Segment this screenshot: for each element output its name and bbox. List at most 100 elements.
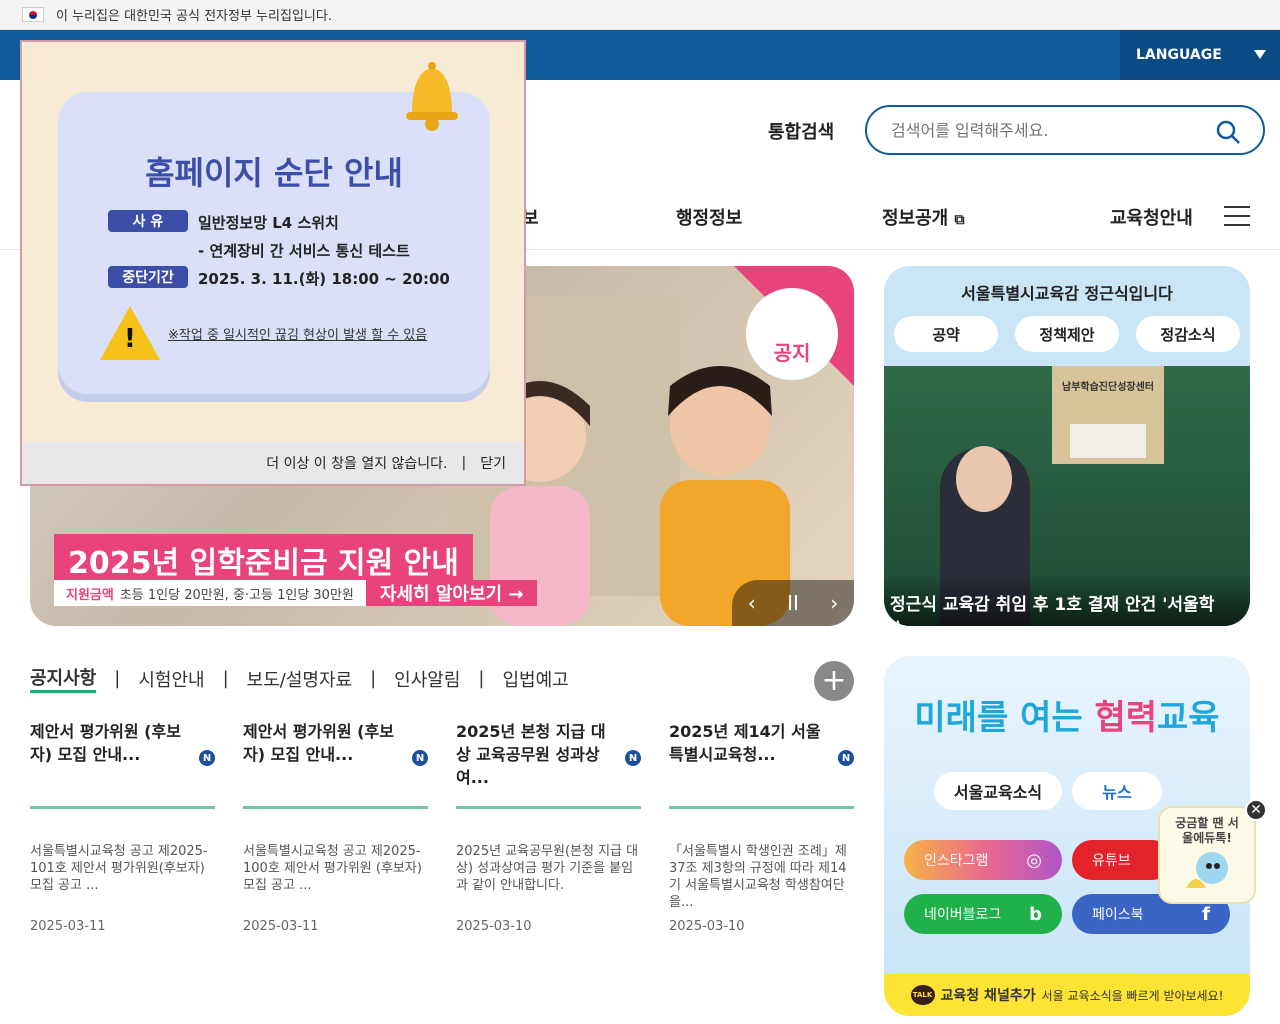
naver-blog-button[interactable]: 네이버블로그 b bbox=[904, 894, 1062, 934]
tab-press[interactable]: 보도/설명자료 bbox=[247, 666, 352, 692]
pause-icon[interactable]: II bbox=[787, 591, 799, 615]
tab-seoul-edu-news[interactable]: 서울교육소식 bbox=[934, 772, 1062, 810]
more-plus-icon[interactable]: + bbox=[814, 661, 854, 701]
news-title: 2025년 본청 지급 대상 교육공무원 성과상여... N bbox=[456, 720, 641, 790]
tab-news-sns[interactable]: 뉴스 bbox=[1072, 772, 1162, 810]
separator: | bbox=[478, 668, 485, 689]
instagram-button[interactable]: 인스타그램 ◎ bbox=[904, 840, 1062, 880]
prev-icon[interactable]: ‹ bbox=[748, 591, 756, 615]
gov-banner: 이 누리집은 대한민국 공식 전자정부 누리집입니다. bbox=[0, 0, 1280, 30]
kakao-talk-icon: TALK bbox=[910, 985, 935, 1005]
kakao-channel-add[interactable]: TALK 교육청 채널추가 서울 교육소식을 빠르게 받아보세요! bbox=[884, 974, 1250, 1016]
news-title-text: 2025년 본청 지급 대상 교육공무원 성과상여... bbox=[456, 722, 606, 787]
banner-subtitle: 지원금액 초등 1인당 20만원, 중·고등 1인당 30만원 자세히 알아보기… bbox=[54, 580, 538, 606]
tab-legislation[interactable]: 입법예고 bbox=[503, 666, 569, 692]
naver-blog-label: 네이버블로그 bbox=[924, 907, 1002, 923]
edutalk-widget[interactable]: 궁금할 땐 서울에듀톡! bbox=[1158, 806, 1256, 904]
person-head bbox=[956, 446, 1012, 512]
news-title-text: 2025년 제14기 서울특별시교육청... bbox=[669, 722, 821, 764]
instagram-label: 인스타그램 bbox=[924, 853, 989, 869]
superintendent-heading: 서울특별시교육감 정근식입니다 bbox=[961, 284, 1173, 303]
tab-exams[interactable]: 시험안내 bbox=[138, 666, 204, 692]
divider bbox=[243, 806, 428, 809]
warning-text: ※작업 중 일시적인 끊김 현상이 발생 할 수 있음 bbox=[168, 328, 428, 343]
dont-show-again-link[interactable]: 더 이상 이 창을 열지 않습니다. bbox=[266, 453, 447, 473]
search-icon[interactable] bbox=[1215, 119, 1241, 145]
reason-line-2: - 연계장비 간 서비스 통신 테스트 bbox=[198, 242, 410, 260]
news-title-text: 제안서 평가위원 (후보자) 모집 안내... bbox=[243, 722, 394, 764]
tab-policy-proposal[interactable]: 정책제안 bbox=[1015, 316, 1119, 352]
notice-badge: 공지 bbox=[746, 288, 838, 380]
separator: | bbox=[370, 668, 377, 689]
notice-popup: 홈페이지 순단 안내 사 유 일반정보망 L4 스위치 - 연계장비 간 서비스… bbox=[20, 40, 526, 486]
facebook-label: 페이스북 bbox=[1092, 907, 1144, 923]
youtube-label: 유튜브 bbox=[1092, 853, 1131, 869]
superintendent-photo[interactable]: 남부학습진단성장센터 정근식 교육감 취임 후 1호 결재 안건 '서울학습..… bbox=[884, 366, 1250, 626]
divider bbox=[669, 806, 854, 809]
naver-blog-icon: b bbox=[1029, 903, 1042, 925]
time-label: 중단기간 bbox=[108, 266, 188, 288]
external-link-icon: ⧉ bbox=[954, 212, 965, 228]
banner-sub-label: 지원금액 bbox=[66, 587, 114, 603]
banner-title: 2025년 입학준비금 지원 안내 bbox=[54, 534, 473, 586]
news-item[interactable]: 제안서 평가위원 (후보자) 모집 안내... N 서울특별시교육청 공고 제20… bbox=[30, 720, 215, 934]
slogan-part: 협력 bbox=[1094, 698, 1158, 738]
news-date: 2025-03-11 bbox=[243, 919, 319, 934]
search-box[interactable] bbox=[865, 105, 1265, 155]
language-select[interactable]: LANGUAGE bbox=[1120, 30, 1280, 80]
close-icon[interactable]: ✕ bbox=[1245, 799, 1267, 821]
slide-controls: ‹ II › bbox=[732, 580, 854, 626]
news-date: 2025-03-10 bbox=[456, 919, 532, 934]
new-badge: N bbox=[412, 750, 428, 766]
time-value: 2025. 3. 11.(화) 18:00 ~ 20:00 bbox=[198, 270, 450, 288]
tab-pledge[interactable]: 공약 bbox=[894, 316, 998, 352]
search-label: 통합검색 bbox=[768, 122, 835, 143]
notice-badge-label: 공지 bbox=[773, 341, 811, 365]
popup-footer: 더 이상 이 창을 열지 않습니다. | 닫기 bbox=[22, 442, 524, 484]
slogan-part: 교육 bbox=[1157, 698, 1220, 738]
new-badge: N bbox=[199, 750, 215, 766]
channel-text: 서울 교육소식을 빠르게 받아보세요! bbox=[1041, 988, 1224, 1003]
popup-title: 홈페이지 순단 안내 bbox=[145, 154, 403, 192]
next-icon[interactable]: › bbox=[830, 591, 838, 615]
news-title: 제안서 평가위원 (후보자) 모집 안내... N bbox=[30, 720, 215, 790]
tab-notices[interactable]: 공지사항 bbox=[30, 664, 97, 693]
banner-sub-text: 초등 1인당 20만원, 중·고등 1인당 30만원 bbox=[119, 587, 354, 603]
search-input[interactable] bbox=[891, 120, 1191, 140]
popup-close-button[interactable]: 닫기 bbox=[480, 453, 506, 473]
channel-title: 교육청 채널추가 bbox=[940, 988, 1036, 1004]
separator: | bbox=[461, 455, 467, 471]
nav-item-info-disclosure[interactable]: 정보공개 ⧉ bbox=[882, 204, 965, 230]
tab-news[interactable]: 정감소식 bbox=[1136, 316, 1240, 352]
photo-caption: 정근식 교육감 취임 후 1호 결재 안건 '서울학습... bbox=[884, 574, 1250, 626]
news-title: 제안서 평가위원 (후보자) 모집 안내... N bbox=[243, 720, 428, 790]
news-date: 2025-03-11 bbox=[30, 919, 106, 934]
nav-item-admin-info[interactable]: 행정정보 bbox=[676, 204, 742, 230]
news-item[interactable]: 2025년 제14기 서울특별시교육청... N 「서울특별시 학생인권 조례」제… bbox=[669, 720, 854, 934]
slogan: 미래를 여는 협력교육 bbox=[884, 690, 1250, 739]
youtube-button[interactable]: 유튜브 bbox=[1072, 840, 1172, 880]
mascot-icon bbox=[1186, 852, 1228, 888]
tab-personnel[interactable]: 인사알림 bbox=[394, 666, 460, 692]
news-desc: 서울특별시교육청 공고 제2025-100호 제안서 평가위원 (후보자) 모집… bbox=[243, 844, 422, 893]
signboard-plate bbox=[1070, 424, 1146, 458]
korea-flag-icon bbox=[22, 7, 44, 22]
news-desc: 2025년 교육공무원(본청 지급 대상) 성과상여금 평가 기준을 붙임과 같… bbox=[456, 844, 639, 893]
instagram-icon: ◎ bbox=[1026, 849, 1042, 871]
banner-more-button[interactable]: 자세히 알아보기 → bbox=[365, 580, 538, 606]
superintendent-card: 서울특별시교육감 정근식입니다 공약 정책제안 정감소식 남부학습진단성장센터 … bbox=[884, 266, 1250, 626]
news-title: 2025년 제14기 서울특별시교육청... N bbox=[669, 720, 854, 790]
bell-icon bbox=[406, 62, 458, 131]
reason-line-1: 일반정보망 L4 스위치 bbox=[198, 214, 339, 232]
nav-item-office-guide[interactable]: 교육청안내 bbox=[1110, 204, 1193, 230]
warning-mark: ! bbox=[124, 324, 136, 354]
reason-label: 사 유 bbox=[108, 210, 188, 232]
news-item[interactable]: 2025년 본청 지급 대상 교육공무원 성과상여... N 2025년 교육공무… bbox=[456, 720, 641, 934]
separator: | bbox=[222, 668, 229, 689]
menu-icon[interactable] bbox=[1224, 206, 1250, 233]
language-label: LANGUAGE bbox=[1136, 47, 1222, 63]
nav-label: 정보공개 bbox=[882, 208, 949, 229]
popup-card: 홈페이지 순단 안내 사 유 일반정보망 L4 스위치 - 연계장비 간 서비스… bbox=[58, 92, 490, 394]
caret-down-icon bbox=[1254, 50, 1266, 59]
news-item[interactable]: 제안서 평가위원 (후보자) 모집 안내... N 서울특별시교육청 공고 제20… bbox=[243, 720, 428, 934]
